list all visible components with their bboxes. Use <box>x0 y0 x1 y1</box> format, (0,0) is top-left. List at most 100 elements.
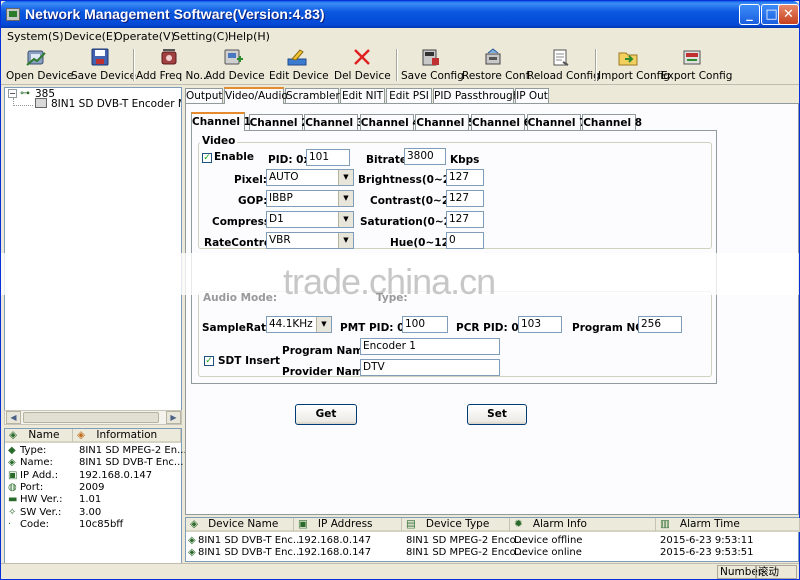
tree-device-item[interactable]: 8IN1 SD DVB-T Encoder Modulat <box>51 98 181 110</box>
restore-config-button[interactable]: Restore Conf. <box>462 46 532 84</box>
log-cell: 192.168.0.147 <box>298 535 372 546</box>
add-device-icon <box>224 49 243 65</box>
add-device-label: Add Device <box>205 70 265 82</box>
scroll-left-icon[interactable]: ◀ <box>6 411 21 424</box>
info-row-name: Name: <box>20 457 53 469</box>
info-row-icon: ▬ <box>8 494 18 506</box>
samplerate-value: 44.1KHz <box>269 318 313 330</box>
device-info-panel: ◈ Name ◈ Information ◆ Type: 8IN1 SD MPEG-… <box>4 428 187 578</box>
pmt-pid-input[interactable]: 100 <box>402 316 448 333</box>
gop-select[interactable]: IBBP ▼ <box>266 190 354 207</box>
tab-channel-7[interactable]: Channel 7 <box>526 114 587 131</box>
add-freq-button[interactable]: Add Freq No... <box>136 46 210 84</box>
tab-ip-out[interactable]: IP Out <box>515 88 549 103</box>
menu-operate[interactable]: Operate(V) <box>114 30 175 43</box>
program-no-input[interactable]: 256 <box>638 316 682 333</box>
open-device-button[interactable]: Open Device <box>6 46 73 84</box>
info-row-value: 10c85bff <box>79 518 124 530</box>
enable-checkbox[interactable]: ✓ <box>202 153 212 163</box>
enable-label: Enable <box>214 151 254 163</box>
info-header-name[interactable]: ◈ Name <box>5 429 73 443</box>
info-header-information-label: Information <box>96 429 158 441</box>
log-cell: 192.168.0.147 <box>298 547 372 558</box>
menu-device[interactable]: Device(E) <box>64 30 117 43</box>
info-header-name-label: Name <box>28 429 60 441</box>
tab-video-audio[interactable]: Video/Audio <box>224 87 288 104</box>
chevron-down-icon: ▼ <box>338 212 353 227</box>
tree-horizontal-scrollbar[interactable]: ◀ ▶ <box>4 410 182 425</box>
hue-input[interactable]: 0 <box>446 232 484 249</box>
tab-channel-4[interactable]: Channel 4 <box>359 114 420 131</box>
info-row-value: 3.00 <box>79 506 102 518</box>
add-device-button[interactable]: Add Device <box>205 46 265 84</box>
contrast-input[interactable]: 127 <box>446 190 484 207</box>
log-header-label: Alarm Time <box>679 518 740 530</box>
tab-channel-6[interactable]: Channel 6 <box>471 114 531 131</box>
pixel-select[interactable]: AUTO ▼ <box>266 169 354 186</box>
samplerate-select[interactable]: 44.1KHz ▼ <box>266 316 332 333</box>
compress-select[interactable]: D1 ▼ <box>266 211 354 228</box>
saturation-input[interactable]: 127 <box>446 211 484 228</box>
tab-channel-2[interactable]: Channel 2 <box>248 114 309 131</box>
tab-edit-nit[interactable]: Edit NIT <box>340 88 385 103</box>
device-tree[interactable]: − ⊶ 385 8IN1 SD DVB-T Encoder Modulat <box>4 87 182 411</box>
column-header-icon: ▣ <box>298 518 308 530</box>
tab-output[interactable]: Output <box>185 88 223 103</box>
app-icon <box>6 8 20 21</box>
save-config-button[interactable]: Save Config <box>401 46 464 84</box>
reload-config-button[interactable]: Reload Config <box>527 46 600 84</box>
log-header-device-type[interactable]: ▤ Device Type <box>402 518 510 532</box>
restore-config-icon <box>485 48 501 65</box>
program-name-input[interactable]: Encoder 1 <box>360 338 500 355</box>
ratecontrol-select[interactable]: VBR ▼ <box>266 232 354 249</box>
tree-collapse-toggle[interactable]: − <box>8 89 17 98</box>
title-bar[interactable]: Network Management Software(Version:4.83… <box>1 1 799 28</box>
compress-value: D1 <box>269 213 284 225</box>
import-config-button[interactable]: Import Config <box>598 46 670 84</box>
info-row-value: 1.01 <box>79 494 102 506</box>
menu-help[interactable]: Help(H) <box>228 30 270 43</box>
brightness-input[interactable]: 127 <box>446 169 484 186</box>
scroll-right-icon[interactable]: ▶ <box>166 411 181 424</box>
main-tab-strip: Output Video/Audio Scrambler Edit NIT Edit P… <box>185 87 799 104</box>
get-button[interactable]: Get <box>295 404 357 425</box>
tab-channel-5[interactable]: Channel 5 <box>415 114 475 131</box>
tab-channel-3[interactable]: Channel 3 <box>304 114 364 131</box>
menu-system[interactable]: System(S) <box>7 30 64 43</box>
table-row[interactable]: ◈ 8IN1 SD DVB-T Enc... 192.168.0.147 8IN1 S… <box>186 535 798 547</box>
info-row-name: Code: <box>20 518 49 530</box>
log-header-alarm-time[interactable]: ▥ Alarm Time <box>656 518 800 532</box>
export-config-button[interactable]: Export Config <box>661 46 732 84</box>
log-header-alarm-info[interactable]: ✹ Alarm Info <box>510 518 656 532</box>
log-header-ip-address[interactable]: ▣ IP Address <box>294 518 402 532</box>
status-bar: Number 滚动 <box>1 563 799 579</box>
status-numlock: Number <box>717 565 762 579</box>
tab-scrambler[interactable]: Scrambler <box>285 88 340 103</box>
tab-channel-1[interactable]: Channel 1 <box>191 112 251 131</box>
provider-name-input[interactable]: DTV <box>360 359 500 376</box>
alarm-log-list[interactable]: ◈ Device Name ▣ IP Address ▤ Device Type ✹ Alar… <box>185 517 800 562</box>
set-button[interactable]: Set <box>467 404 527 425</box>
close-button[interactable]: ✕ <box>778 4 799 25</box>
tab-channel-8[interactable]: Channel 8 <box>582 114 642 131</box>
minimize-button[interactable]: _ <box>739 4 760 25</box>
save-device-button[interactable]: Save Device <box>71 46 136 84</box>
del-device-button[interactable]: Del Device <box>334 46 391 84</box>
tab-edit-psi[interactable]: Edit PSI <box>386 88 432 103</box>
table-row[interactable]: ◈ 8IN1 SD DVB-T Enc... 192.168.0.147 8IN1 S… <box>186 547 798 559</box>
info-row-name: Port: <box>20 481 44 493</box>
gop-label: GOP: <box>238 195 268 207</box>
export-config-icon <box>683 50 701 65</box>
sdt-insert-checkbox[interactable]: ✓ <box>204 356 214 366</box>
pcr-pid-input[interactable]: 103 <box>518 316 562 333</box>
tab-pid-passthrough[interactable]: PID Passthrough <box>433 88 519 103</box>
pid-input[interactable]: 101 <box>306 149 350 166</box>
save-config-icon <box>422 49 439 66</box>
log-cell: 8IN1 SD MPEG-2 Enco... <box>406 535 526 546</box>
edit-device-button[interactable]: Edit Device <box>269 46 329 84</box>
scroll-thumb[interactable] <box>23 412 159 423</box>
log-header-device-name[interactable]: ◈ Device Name <box>186 518 294 532</box>
bitrate-input[interactable]: 3800 <box>404 148 446 165</box>
info-header-information[interactable]: ◈ Information <box>73 429 181 443</box>
menu-setting[interactable]: Setting(C) <box>173 30 229 43</box>
